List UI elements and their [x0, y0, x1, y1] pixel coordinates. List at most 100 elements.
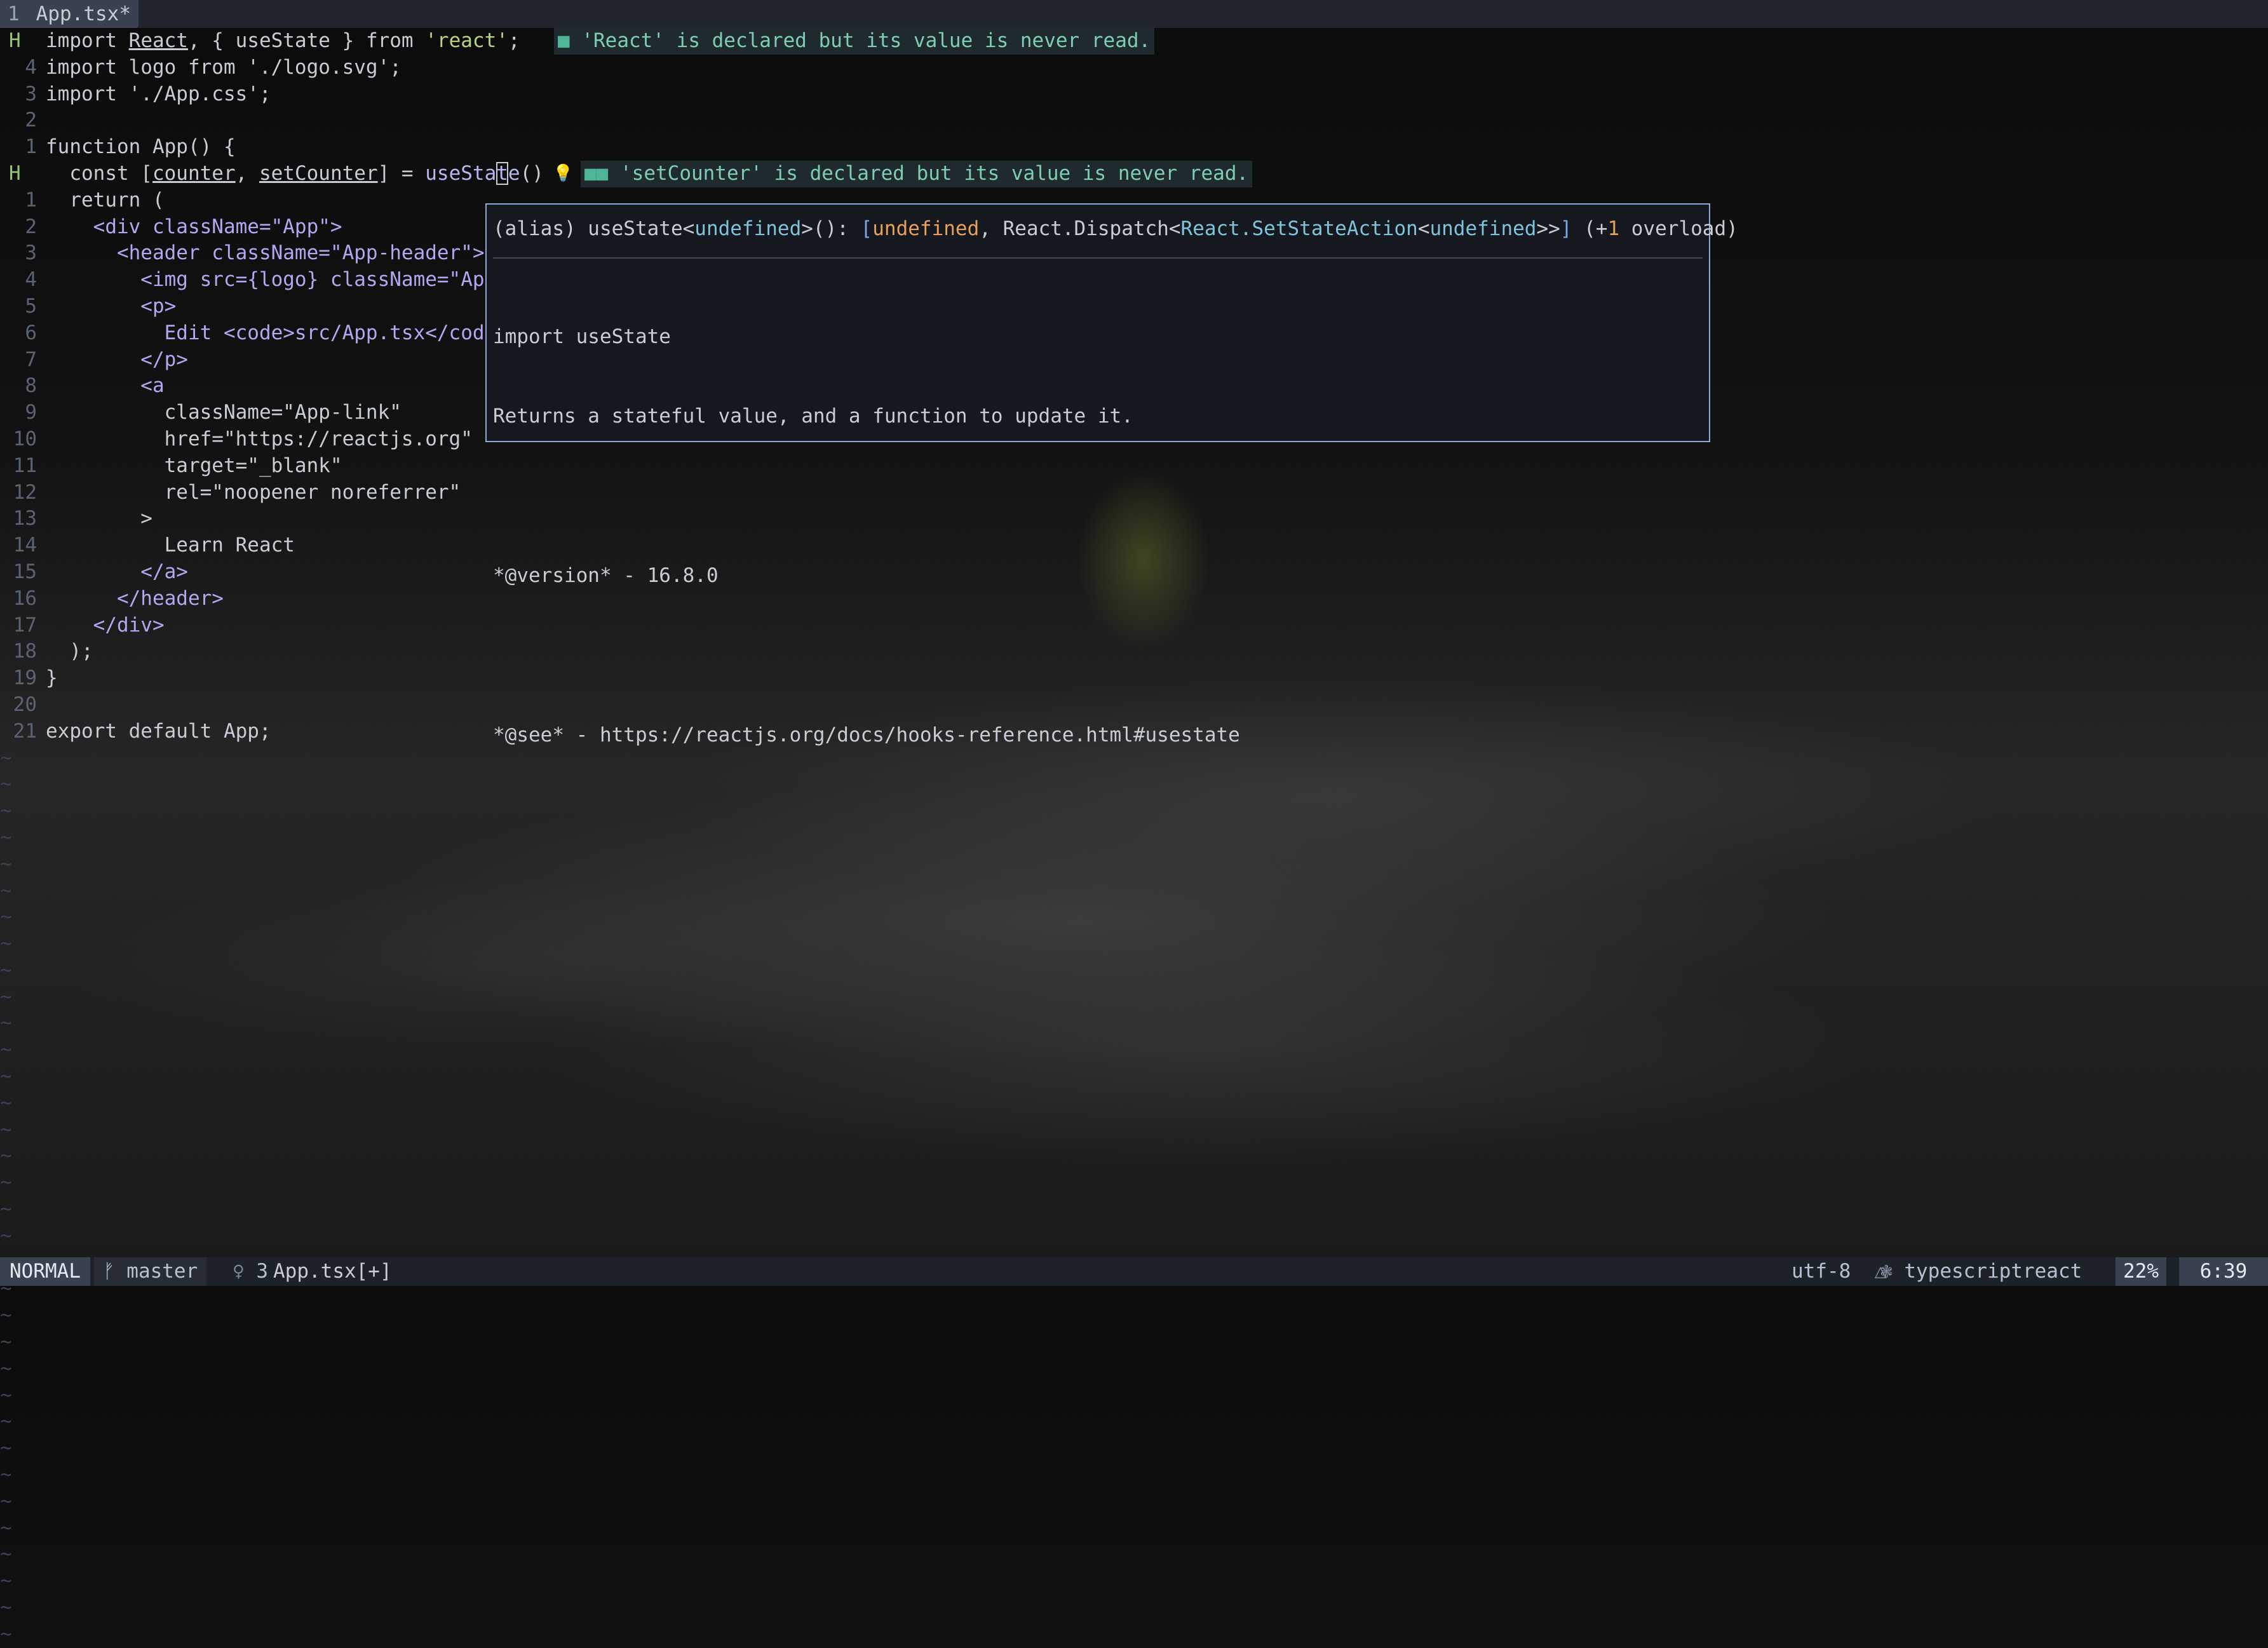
- hover-doc: import useState Returns a stateful value…: [493, 271, 1240, 802]
- line-number: 10: [13, 427, 37, 450]
- empty-line-filler: ~: [0, 1408, 2268, 1435]
- usestate-call: useSta: [425, 161, 497, 185]
- text-cursor: t: [496, 161, 508, 185]
- statusline: NORMAL ᚠ master ♀ 3 App.tsx[+] utf-8 △ ❃…: [0, 1257, 2268, 1286]
- empty-line-filler: ~: [0, 1489, 2268, 1515]
- comma: ,: [235, 161, 259, 185]
- code-text: Edit <code>src/App.tsx</code: [46, 321, 497, 344]
- empty-line-filler: ~: [0, 1329, 2268, 1356]
- counter-identifier: counter: [152, 161, 236, 185]
- hover-signature: (alias) useState<undefined>(): [undefine…: [493, 217, 1738, 240]
- line-number: 4: [25, 55, 37, 79]
- code-text: return (: [46, 188, 165, 212]
- const-decl: const [: [46, 161, 152, 185]
- empty-line-filler: ~: [0, 1356, 2268, 1382]
- lightbulb-icon[interactable]: 💡: [553, 161, 573, 187]
- diagnostic-message: 'React' is declared but its value is nev…: [581, 29, 1151, 52]
- tilde-marker: ~: [0, 1171, 12, 1194]
- code-line[interactable]: 3 import './App.css';: [0, 81, 2268, 108]
- empty-line-filler: ~: [0, 931, 2268, 957]
- code-line[interactable]: 4 import logo from './logo.svg';: [0, 55, 2268, 81]
- diagnostic-virtual-text: ■ 'React' is declared but its value is n…: [554, 28, 1155, 55]
- tilde-marker: ~: [0, 905, 12, 929]
- line-number: 4: [25, 268, 37, 292]
- code-text: </div>: [46, 613, 165, 637]
- empty-line-filler: ~: [0, 904, 2268, 931]
- line-number: 7: [25, 348, 37, 371]
- sig-overload-count: 1: [1607, 217, 1620, 240]
- tilde-marker: ~: [0, 1065, 12, 1088]
- empty-line-filler: ~: [0, 1595, 2268, 1621]
- diagnostic-count: ♀ 3: [233, 1257, 268, 1286]
- lightbulb-icon: ♀: [233, 1260, 245, 1283]
- tilde-marker: ~: [0, 1091, 12, 1114]
- tilde-marker: ~: [0, 1224, 12, 1247]
- line-number: 17: [13, 613, 37, 637]
- diagnostic-message: 'setCounter' is declared but its value i…: [620, 161, 1249, 185]
- tilde-marker: ~: [0, 1118, 12, 1141]
- tilde-marker: ~: [0, 1516, 12, 1539]
- diagnostic-marker: ■: [558, 29, 570, 52]
- sig-setstate-action: React.SetStateAction: [1180, 217, 1418, 240]
- code-text: function App() {: [46, 135, 236, 159]
- sig-gtgt: >>: [1536, 217, 1560, 240]
- import-rest: , { useState } from: [187, 29, 426, 52]
- doc-line: import useState: [493, 325, 671, 348]
- empty-line-filler: ~: [0, 1621, 2268, 1648]
- scroll-percent: 22%: [2116, 1257, 2166, 1286]
- semicolon: ;: [508, 29, 520, 52]
- code-text: rel="noopener noreferrer": [46, 480, 461, 504]
- tilde-marker: ~: [0, 1596, 12, 1619]
- sig-bracket: [: [860, 217, 873, 240]
- filetype: ❃ typescriptreact: [1880, 1257, 2082, 1286]
- branch-name: master: [126, 1260, 198, 1283]
- tilde-marker: ~: [0, 1622, 12, 1645]
- line-number: 6: [25, 321, 37, 344]
- empty-line-filler: ~: [0, 1541, 2268, 1568]
- sig-overload-label: overload): [1619, 217, 1738, 240]
- code-text: <img src={logo} className="App: [46, 268, 497, 292]
- branch-icon: ᚠ: [103, 1260, 115, 1283]
- kw-import: import: [46, 29, 129, 52]
- empty-line-filler: ~: [0, 1010, 2268, 1037]
- sig-lt: <: [1417, 217, 1430, 240]
- hover-separator: [493, 257, 1703, 259]
- tilde-marker: ~: [0, 1569, 12, 1593]
- tab-app-tsx[interactable]: 1 App.tsx*: [0, 0, 138, 28]
- react-identifier: React: [128, 29, 188, 52]
- code-text: import './App.css';: [46, 82, 271, 105]
- empty-line-filler: ~: [0, 1064, 2268, 1090]
- doc-line[interactable]: *@see* - https://reactjs.org/docs/hooks-…: [493, 722, 1240, 749]
- diag-count-value: 3: [256, 1260, 269, 1283]
- empty-line-filler: ~: [0, 1143, 2268, 1170]
- sig-bracket-close: ]: [1560, 217, 1572, 240]
- code-text: <header className="App-header">: [46, 241, 485, 265]
- assign: ] =: [377, 161, 426, 185]
- filetype-icon: ❃: [1880, 1260, 1893, 1283]
- code-text: export default App;: [46, 719, 271, 743]
- code-line[interactable]: H ■ 'React' is declared but its value is …: [0, 28, 2268, 55]
- empty-line-filler: ~: [0, 1302, 2268, 1329]
- git-branch: ᚠ master: [94, 1257, 207, 1286]
- file-encoding: utf-8 △: [1792, 1257, 1886, 1286]
- code-text: import logo from './logo.svg';: [46, 55, 402, 79]
- empty-line-filler: ~: [0, 1117, 2268, 1144]
- line-number: 20: [13, 692, 37, 716]
- hint-sign: H: [9, 29, 21, 52]
- empty-line-filler: ~: [0, 851, 2268, 878]
- sig-overload-open: (+: [1572, 217, 1608, 240]
- code-line[interactable]: H 💡 ■■ 'setCounter' is declared but its va…: [0, 160, 2268, 187]
- code-line[interactable]: 2: [0, 107, 2268, 134]
- sig-arrow: >():: [801, 217, 861, 240]
- code-line[interactable]: 1 function App() {: [0, 134, 2268, 161]
- diagnostic-virtual-text: ■■ 'setCounter' is declared but its valu…: [581, 160, 1253, 187]
- empty-line-filler: ~: [0, 1435, 2268, 1462]
- usestate-call-end: e: [508, 161, 520, 185]
- line-number: 2: [25, 215, 37, 238]
- line-number: 11: [13, 454, 37, 477]
- code-text: const [counter, setCounter] = useState(): [46, 161, 544, 187]
- empty-line-filler: ~: [0, 957, 2268, 984]
- code-text: target="_blank": [46, 454, 342, 477]
- line-number: 21: [13, 719, 37, 743]
- code-text: className="App-link": [46, 401, 402, 424]
